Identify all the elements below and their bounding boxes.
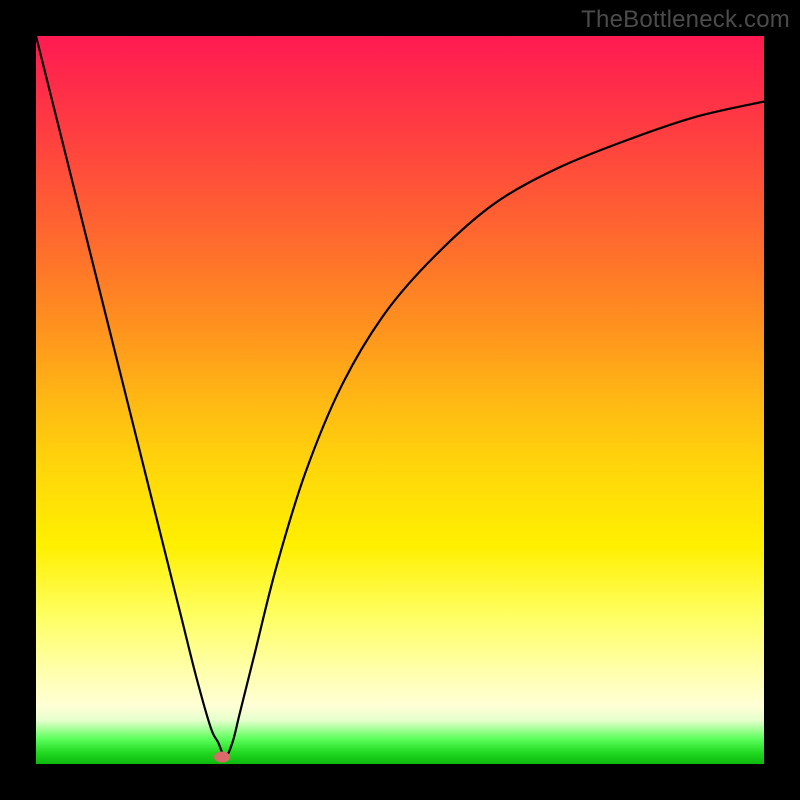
bottleneck-curve bbox=[36, 36, 764, 764]
optimal-point-marker bbox=[214, 751, 230, 762]
curve-path bbox=[36, 36, 764, 757]
watermark-text: TheBottleneck.com bbox=[581, 6, 790, 34]
chart-frame: TheBottleneck.com bbox=[0, 0, 800, 800]
plot-area bbox=[36, 36, 764, 764]
